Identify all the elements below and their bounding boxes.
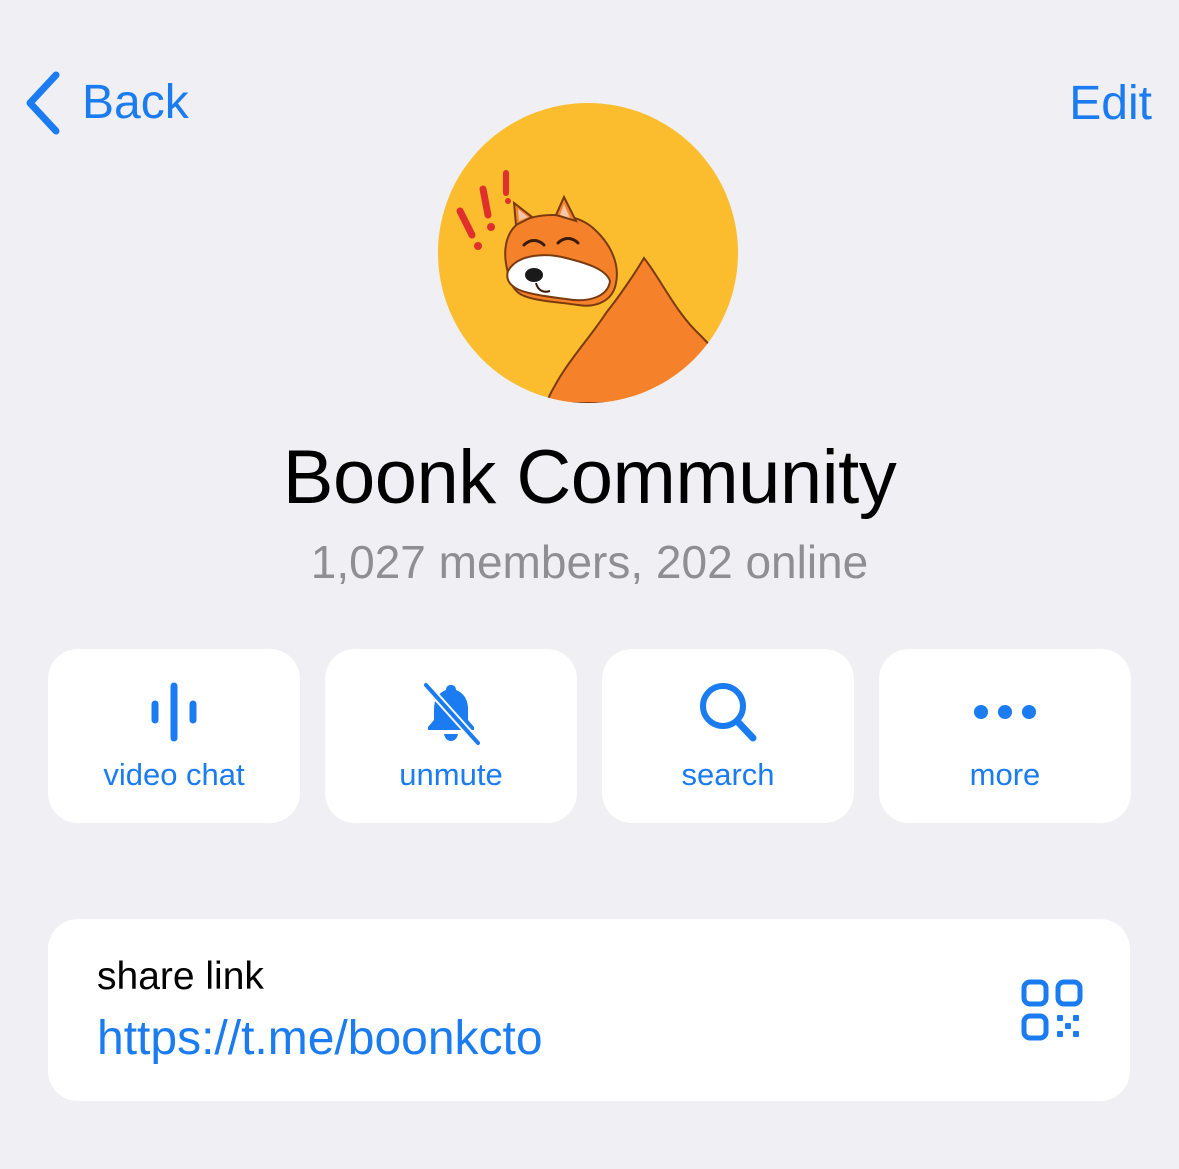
qr-code-button[interactable]: [1020, 978, 1084, 1042]
search-label: search: [681, 757, 775, 792]
share-link-label: share link: [97, 955, 264, 998]
action-bar: video chat unmute search more: [48, 649, 1131, 823]
group-title: Boonk Community: [282, 435, 897, 520]
back-button[interactable]: Back: [22, 66, 189, 140]
ellipsis-icon: [879, 677, 1131, 747]
unmute-label: unmute: [399, 757, 503, 792]
back-label: Back: [82, 76, 189, 129]
chevron-left-icon: [22, 69, 62, 137]
search-button[interactable]: search: [602, 649, 854, 823]
unmute-button[interactable]: unmute: [325, 649, 577, 823]
more-label: more: [969, 757, 1041, 792]
qr-code-icon: [1020, 978, 1084, 1042]
share-link-card: share link https://t.me/boonkcto: [48, 919, 1130, 1101]
video-chat-button[interactable]: video chat: [48, 649, 300, 823]
voice-chat-icon: [48, 677, 300, 747]
group-avatar[interactable]: [438, 103, 738, 403]
edit-button[interactable]: Edit: [1069, 66, 1152, 140]
share-link-url[interactable]: https://t.me/boonkcto: [97, 1015, 543, 1063]
more-button[interactable]: more: [879, 649, 1131, 823]
bell-slash-icon: [325, 677, 577, 747]
group-subtitle: 1,027 members, 202 online: [310, 536, 869, 588]
search-icon: [602, 677, 854, 747]
video-chat-label: video chat: [103, 757, 245, 792]
